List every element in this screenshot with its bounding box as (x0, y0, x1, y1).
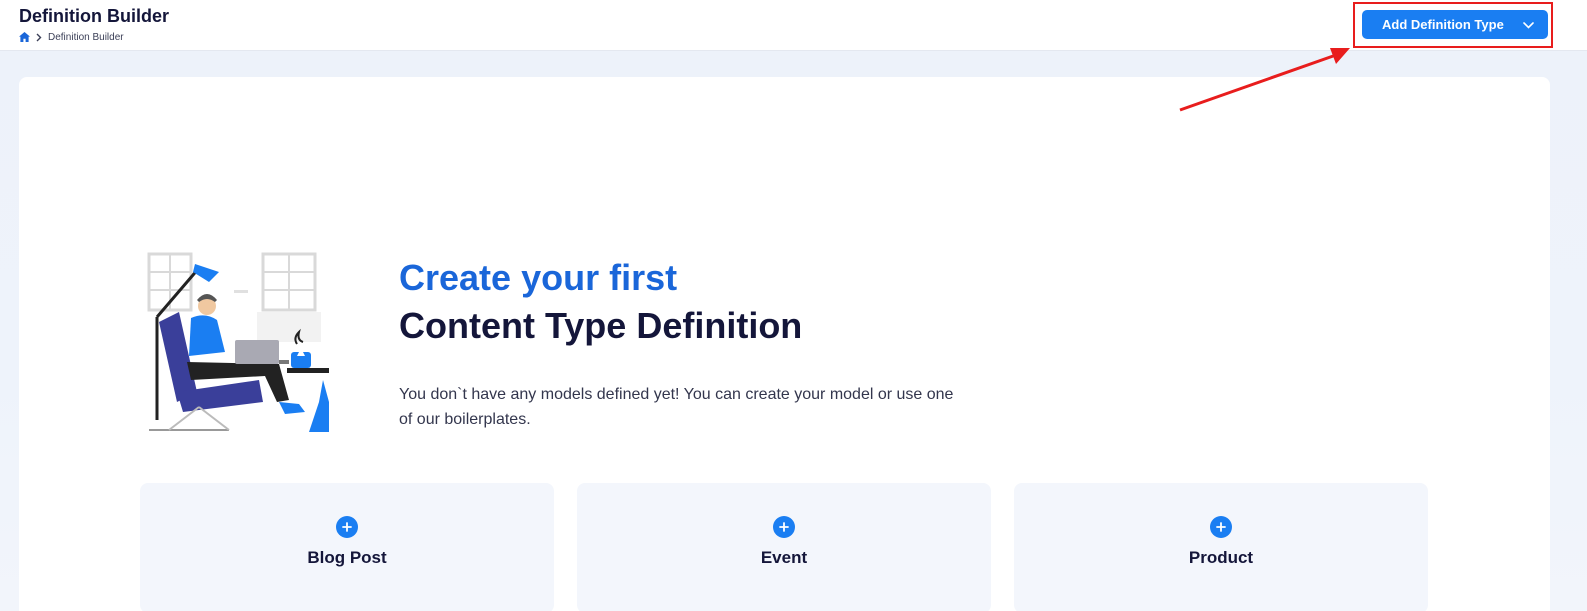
tile-label: Blog Post (307, 548, 387, 567)
person-with-laptop-illustration (147, 252, 329, 432)
home-icon[interactable] (19, 32, 30, 42)
add-definition-type-button[interactable]: Add Definition Type (1362, 10, 1548, 39)
boilerplate-tile-product[interactable]: Product (1014, 483, 1428, 611)
hero-title-line-2: Content Type Definition (399, 305, 803, 346)
hero-description: You don`t have any models defined yet! Y… (399, 386, 954, 428)
add-definition-type-label: Add Definition Type (1382, 17, 1504, 32)
chevron-right-icon (36, 33, 42, 42)
tile-label: Event (760, 548, 808, 567)
main-card: Create your first Content Type Definitio… (19, 77, 1550, 611)
chevron-down-icon (1523, 17, 1534, 32)
top-bar: Definition Builder Definition Builder Ad… (0, 0, 1587, 51)
boilerplate-tile-event[interactable]: Event (577, 483, 991, 611)
tile-label: Product (1188, 548, 1254, 567)
page-title: Definition Builder (19, 6, 169, 26)
breadcrumb: Definition Builder (19, 30, 124, 44)
hero-title-line-1: Create your first (399, 257, 678, 298)
breadcrumb-current: Definition Builder (48, 31, 124, 43)
plus-icon (336, 516, 358, 538)
boilerplate-tile-blog-post[interactable]: Blog Post (140, 483, 554, 611)
plus-icon (1210, 516, 1232, 538)
plus-icon (773, 516, 795, 538)
